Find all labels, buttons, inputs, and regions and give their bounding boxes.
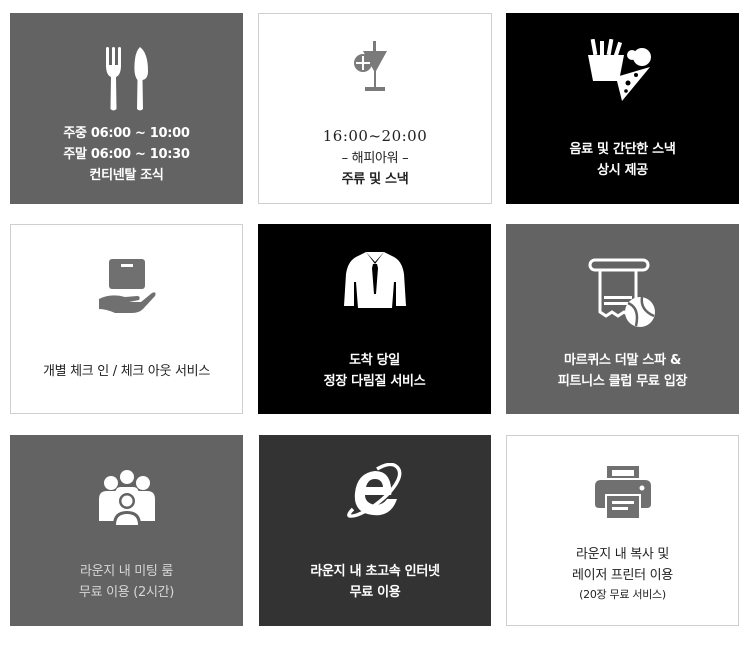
internet-explorer-icon [347, 463, 402, 518]
tile-line: 상시 제공 [597, 163, 648, 178]
tile-line: 개별 체크 인 / 체크 아웃 서비스 [43, 364, 210, 379]
printer-icon [594, 466, 651, 518]
tile-pressing: 도착 당일 정장 다림질 서비스 [258, 224, 491, 414]
tile-spa: 마르퀴스 더말 스파 & 피트니스 클럽 무료 입장 [506, 224, 739, 414]
hand-luggage-icon [98, 259, 156, 313]
tile-line: 라운지 내 복사 및 [575, 547, 670, 562]
tile-line: 정장 다림질 서비스 [323, 374, 426, 389]
happy-hour-time: 16:00~20:00 [322, 127, 428, 145]
tile-printer: 라운지 내 복사 및 레이저 프린터 이용 (20장 무료 서비스) [506, 435, 739, 626]
meeting-people-icon [98, 470, 155, 525]
tile-note: (20장 무료 서비스) [579, 588, 666, 601]
tile-line: 주말 06:00 ~ 10:30 [63, 147, 190, 162]
fork-knife-icon [105, 47, 148, 111]
suit-shirt-icon [343, 252, 406, 308]
towel-tennis-icon [588, 258, 655, 327]
tile-line: 주류 및 스낵 [341, 172, 409, 187]
tile-snacks: 음료 및 간단한 스낵 상시 제공 [506, 13, 739, 204]
tile-line: 피트니스 클럽 무료 입장 [557, 374, 688, 389]
cocktail-glass-icon [354, 41, 387, 91]
tile-line: – 해피아워 – [341, 151, 409, 166]
tile-breakfast: 주중 06:00 ~ 10:00 주말 06:00 ~ 10:30 컨티넨탈 조… [10, 13, 243, 204]
tile-line: 컨티넨탈 조식 [89, 168, 164, 183]
tile-meeting: 라운지 내 미팅 룸 무료 이용 (2시간) [10, 435, 243, 626]
tile-line: 주중 06:00 ~ 10:00 [63, 126, 190, 141]
tile-line: 무료 이용 (2시간) [78, 585, 175, 600]
tile-line: 마르퀴스 더말 스파 & [564, 353, 681, 368]
tile-line: 라운지 내 초고속 인터넷 [310, 564, 440, 579]
tile-happy-hour: 16:00~20:00 – 해피아워 – 주류 및 스낵 [258, 13, 492, 204]
tile-line: 레이저 프린터 이용 [572, 568, 673, 583]
snacks-icon [587, 39, 651, 101]
tile-line: 도착 당일 [349, 353, 400, 368]
tile-line: 라운지 내 미팅 룸 [79, 564, 174, 579]
tile-line: 음료 및 간단한 스낵 [569, 142, 676, 157]
tile-checkin: 개별 체크 인 / 체크 아웃 서비스 [10, 224, 243, 414]
tile-line: 무료 이용 [349, 585, 401, 600]
tile-internet: 라운지 내 초고속 인터넷 무료 이용 [259, 435, 491, 626]
